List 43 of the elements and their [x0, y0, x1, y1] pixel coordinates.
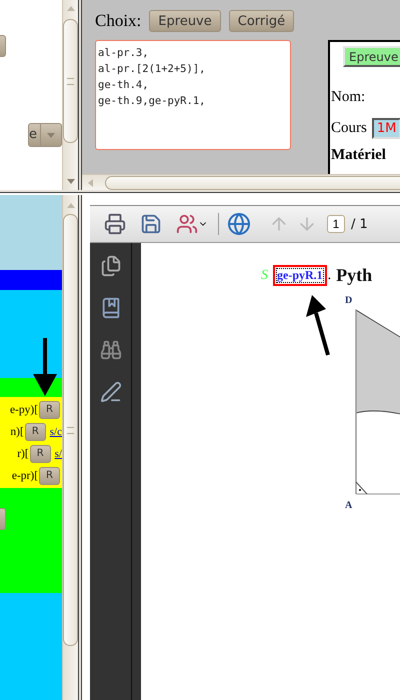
row-text: e-py)[	[10, 404, 38, 416]
people-icon[interactable]	[176, 213, 208, 235]
vertical-scrollbar[interactable]	[62, 0, 78, 190]
save-icon[interactable]	[140, 213, 162, 235]
name-label: Nom:	[331, 89, 366, 106]
scroll-thumb[interactable]	[63, 214, 78, 646]
dropdown[interactable]: e	[28, 123, 62, 147]
pages-icon[interactable]	[100, 255, 122, 277]
choice-button[interactable]: Corrigé	[228, 10, 294, 32]
pointer-arrow	[33, 338, 57, 398]
course-label: Cours	[331, 120, 367, 137]
point-label: D	[345, 295, 352, 306]
r-button[interactable]: R	[30, 444, 51, 462]
r-button[interactable]: R	[39, 466, 60, 484]
scroll-up-icon	[66, 203, 74, 208]
point-label: A	[345, 500, 352, 511]
scroll-thumb[interactable]	[63, 19, 78, 143]
globe-icon[interactable]	[227, 212, 251, 236]
punctuation: .	[328, 268, 332, 284]
dropdown-arrow-icon	[47, 132, 55, 138]
r-button[interactable]: R	[24, 422, 46, 440]
r-button[interactable]: R	[39, 400, 60, 418]
reference-link[interactable]: ge-pyR.1	[273, 265, 327, 286]
link[interactable]: s/c	[50, 426, 62, 438]
exercise-title: Pyth	[336, 265, 372, 286]
horizontal-scrollbar[interactable]	[82, 174, 400, 190]
choice-label: Choix:	[95, 11, 142, 31]
row-text: e-pr)[	[12, 470, 38, 482]
choice-button[interactable]: Epreuve	[149, 10, 221, 32]
section-heading: Matériel	[330, 147, 387, 164]
binoculars-icon[interactable]	[100, 339, 122, 361]
link[interactable]: s/	[54, 448, 62, 460]
signature-icon[interactable]	[100, 381, 122, 403]
solution-marker: S	[261, 268, 268, 284]
row-text: n)[	[10, 426, 24, 438]
row-text: r)[	[17, 448, 29, 460]
page-number-field[interactable]: 1	[327, 215, 345, 233]
scroll-thumb[interactable]	[105, 176, 400, 190]
page-total: / 1	[351, 216, 368, 232]
vertical-scrollbar[interactable]	[62, 195, 78, 700]
exam-button[interactable]: Epreuve	[343, 46, 400, 67]
print-icon[interactable]	[104, 213, 126, 235]
codes-textarea[interactable]: al-pr.3, al-pr.[2(1+2+5)], ge-th.4, ge-th.9,ge-pyR.1,	[95, 40, 291, 150]
